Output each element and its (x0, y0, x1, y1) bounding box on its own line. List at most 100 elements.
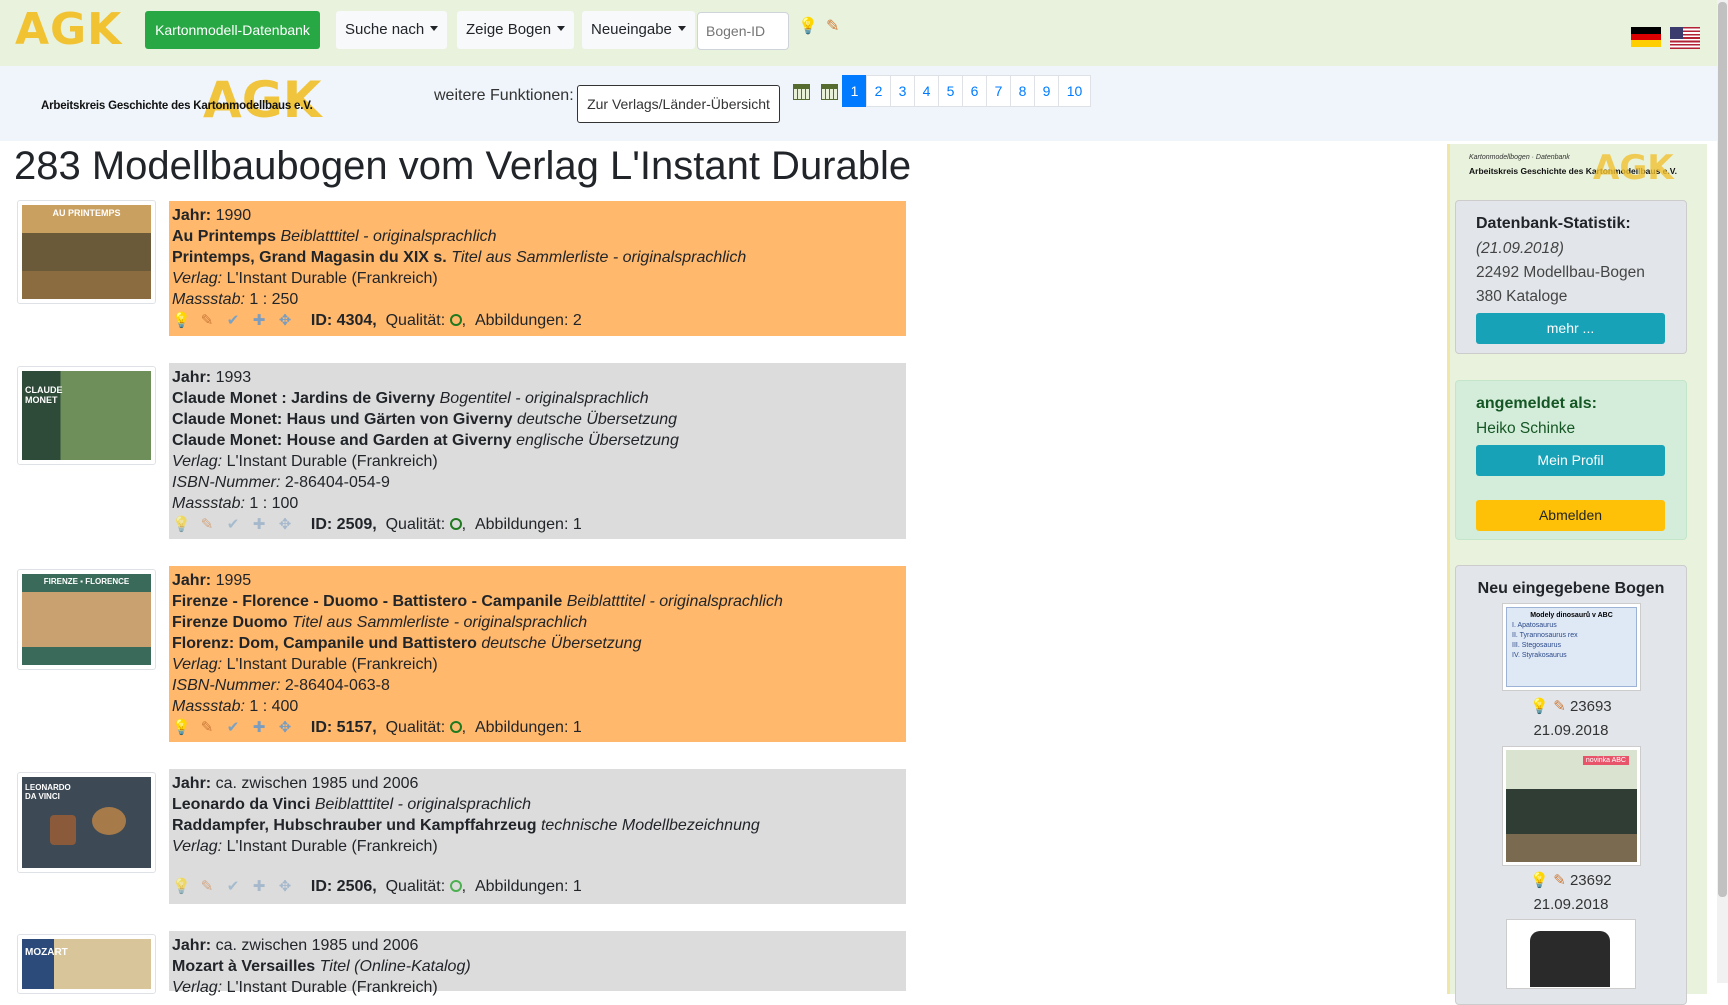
check-icon[interactable]: ✔ (224, 514, 242, 535)
page-link-3[interactable]: 3 (890, 75, 915, 107)
chevron-down-icon (557, 26, 566, 31)
move-icon[interactable]: ✥ (276, 310, 294, 331)
pencil-icon[interactable]: ✎ (826, 16, 839, 36)
association-name: Arbeitskreis Geschichte des Kartonmodell… (41, 100, 313, 112)
new-sheet-date: 21.09.2018 (1533, 896, 1609, 913)
title-line: Mozart à Versailles Titel (Online-Katalo… (172, 958, 471, 975)
pencil-icon[interactable]: ✎ (198, 717, 216, 738)
page-link-2[interactable]: 2 (866, 75, 891, 107)
page-link-7[interactable]: 7 (986, 75, 1011, 107)
table-view-icon[interactable] (793, 84, 810, 100)
title-line: Au Printemps Beiblatttitel - originalspr… (172, 228, 497, 245)
logged-in-user: Heiko Schinke (1476, 420, 1576, 437)
plus-icon[interactable]: ✚ (250, 876, 268, 897)
sidebar-logo[interactable]: Kartonmodellbogen · Datenbank Arbeitskre… (1455, 148, 1700, 189)
illustrations-count: Abbildungen: 1 (474, 878, 582, 895)
pencil-icon[interactable]: ✎ (198, 514, 216, 535)
entry-id: ID: 5157, (310, 719, 377, 736)
database-home-button[interactable]: Kartonmodell-Datenbank (145, 11, 320, 49)
title-line: Raddampfer, Hubschrauber und Kampffahrze… (172, 817, 760, 834)
lightbulb-icon[interactable]: 💡 (1530, 698, 1549, 715)
search-dropdown[interactable]: Suche nach (336, 11, 448, 49)
pencil-icon[interactable]: ✎ (198, 876, 216, 897)
page-link-4[interactable]: 4 (914, 75, 939, 107)
title-line: Firenze - Florence - Duomo - Battistero … (172, 593, 783, 610)
plus-icon[interactable]: ✚ (250, 310, 268, 331)
new-sheet-thumbnail[interactable]: novinka ABC (1502, 746, 1641, 866)
page-link-9[interactable]: 9 (1034, 75, 1059, 107)
sheet-thumbnail[interactable]: MOZART (17, 934, 156, 994)
grid-view-icon[interactable] (821, 84, 838, 100)
page-link-1[interactable]: 1 (842, 75, 867, 107)
thumbnail-badge: novinka ABC (1582, 756, 1629, 765)
sheet-thumbnail[interactable]: CLAUDE MONET (17, 366, 156, 465)
page-link-6[interactable]: 6 (962, 75, 987, 107)
lightbulb-icon[interactable]: 💡 (172, 310, 191, 331)
new-sheet-thumbnail[interactable]: Modely dinosaurů v ABC I. Apatosaurus II… (1502, 603, 1641, 691)
lightbulb-icon[interactable]: 💡 (172, 717, 191, 738)
lightbulb-icon[interactable]: 💡 (1530, 872, 1549, 889)
logged-in-title: angemeldet als: (1476, 395, 1597, 412)
new-sheet-meta: 💡 ✎ 23693 (1455, 697, 1687, 715)
show-sheets-dropdown[interactable]: Zeige Bogen (457, 11, 575, 49)
move-icon[interactable]: ✥ (276, 717, 294, 738)
publisher-line: Verlag: L'Instant Durable (Frankreich) (172, 270, 438, 287)
check-icon[interactable]: ✔ (224, 717, 242, 738)
quality-indicator-icon (449, 880, 462, 892)
statistics-sheet-count: 22492 Modellbau-Bogen (1476, 264, 1645, 281)
plus-icon[interactable]: ✚ (250, 717, 268, 738)
isbn-line: ISBN-Nummer: 2-86404-054-9 (172, 474, 390, 491)
quality-label: Qualität: (385, 878, 446, 895)
pagination: 1 2 3 4 5 6 7 8 9 10 (842, 75, 1091, 107)
page-link-8[interactable]: 8 (1010, 75, 1035, 107)
check-icon[interactable]: ✔ (224, 876, 242, 897)
new-sheets-title: Neu eingegebene Bogen (1477, 580, 1665, 597)
sidebar-logo-agk: AGK (1593, 148, 1674, 188)
title-line: Printemps, Grand Magasin du XIX s. Titel… (172, 249, 747, 266)
page-link-5[interactable]: 5 (938, 75, 963, 107)
lightbulb-icon[interactable]: 💡 (172, 514, 191, 535)
quality-indicator-icon (449, 518, 462, 530)
more-functions-label: weitere Funktionen: (434, 87, 574, 104)
quality-label: Qualität: (385, 719, 446, 736)
quality-label: Qualität: (385, 312, 446, 329)
move-icon[interactable]: ✥ (276, 876, 294, 897)
thumbnail-caption: AU PRINTEMPS (52, 208, 121, 218)
sheet-thumbnail[interactable]: AU PRINTEMPS (17, 200, 156, 304)
pencil-icon[interactable]: ✎ (1553, 872, 1566, 889)
new-entry-dropdown[interactable]: Neueingabe (582, 11, 696, 49)
pencil-icon[interactable]: ✎ (1553, 698, 1566, 715)
move-icon[interactable]: ✥ (276, 514, 294, 535)
german-flag-icon[interactable] (1631, 27, 1661, 47)
show-sheets-label: Zeige Bogen (466, 21, 552, 38)
entry-id: ID: 4304, (310, 312, 377, 329)
sheet-entry: Jahr: 1995 Firenze - Florence - Duomo - … (169, 566, 906, 742)
quality-indicator-icon (449, 721, 462, 733)
more-statistics-button[interactable]: mehr ... (1476, 313, 1665, 344)
publisher-country-overview-button[interactable]: Zur Verlags/Länder-Übersicht (577, 85, 780, 123)
login-card: angemeldet als: Heiko Schinke Mein Profi… (1455, 380, 1687, 540)
new-sheet-id[interactable]: 23692 (1570, 872, 1612, 889)
plus-icon[interactable]: ✚ (250, 514, 268, 535)
sheet-entry: Jahr: 1993 Claude Monet : Jardins de Giv… (169, 363, 906, 539)
scale-line: Massstab: 1 : 400 (172, 698, 299, 715)
pencil-icon[interactable]: ✎ (198, 310, 216, 331)
sheet-thumbnail[interactable]: LEONARDO DA VINCI (17, 772, 156, 873)
lightbulb-icon[interactable]: 💡 (172, 876, 191, 897)
quality-indicator-icon (449, 314, 462, 326)
page-link-10[interactable]: 10 (1058, 75, 1091, 107)
illustrations-count: Abbildungen: 1 (474, 719, 582, 736)
lightbulb-icon[interactable]: 💡 (798, 16, 818, 36)
entry-actions: 💡 ✎ ✔ ✚ ✥ ID: 4304, Qualität: , Abbildungen:… (172, 310, 582, 331)
my-profile-button[interactable]: Mein Profil (1476, 445, 1665, 476)
check-icon[interactable]: ✔ (224, 310, 242, 331)
agk-logo[interactable]: AGK (15, 6, 122, 54)
scrollbar-thumb[interactable] (1718, 2, 1727, 897)
new-sheet-thumbnail[interactable] (1506, 919, 1636, 989)
logout-button[interactable]: Abmelden (1476, 500, 1665, 531)
sheet-thumbnail[interactable]: FIRENZE ▪ FLORENCE (17, 569, 156, 670)
title-line: Claude Monet: House and Garden at Givern… (172, 432, 679, 449)
sheet-id-input[interactable] (697, 12, 789, 50)
new-sheet-id[interactable]: 23693 (1570, 698, 1612, 715)
us-flag-icon[interactable] (1670, 27, 1700, 49)
